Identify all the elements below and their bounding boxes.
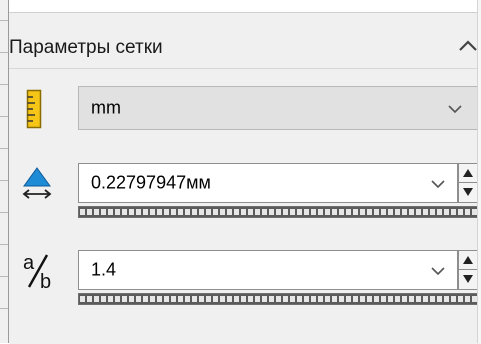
arrow-up-icon — [463, 169, 473, 177]
element-size-spinner[interactable] — [458, 163, 478, 203]
units-select[interactable]: mm — [78, 86, 479, 130]
ratio-icon: a b — [21, 251, 55, 293]
element-size-value: 0.22797947мм — [91, 172, 211, 193]
right-frame-edge — [477, 0, 481, 343]
element-size-slider[interactable] — [78, 206, 478, 218]
units-value: mm — [91, 97, 121, 118]
arrow-down-icon — [463, 275, 473, 283]
header-divider — [9, 68, 481, 69]
section-header[interactable]: Параметры сетки — [9, 13, 481, 67]
slider-track — [79, 294, 477, 304]
arrow-up-icon — [463, 256, 473, 264]
chevron-down-icon — [431, 267, 445, 276]
collapse-button[interactable] — [457, 35, 479, 57]
ruler-icon — [26, 89, 42, 129]
left-frame-edge — [0, 0, 9, 343]
svg-text:b: b — [40, 271, 51, 291]
arrow-down-icon — [463, 188, 473, 196]
decrement-button[interactable] — [459, 183, 477, 202]
svg-text:a: a — [23, 252, 35, 274]
section-title: Параметры сетки — [9, 37, 163, 58]
slider-track — [79, 207, 477, 217]
increment-button[interactable] — [459, 251, 477, 270]
chevron-up-icon — [459, 40, 477, 51]
chevron-down-icon — [431, 180, 445, 189]
ratio-slider[interactable] — [78, 293, 478, 305]
element-size-icon — [22, 166, 52, 200]
decrement-button[interactable] — [459, 270, 477, 289]
ratio-spinner[interactable] — [458, 250, 478, 290]
ratio-value: 1.4 — [91, 259, 117, 280]
mesh-parameters-panel: Параметры сетки mm 0.22797947мм a b 1.4 — [9, 12, 481, 344]
increment-button[interactable] — [459, 164, 477, 183]
chevron-down-icon — [448, 105, 462, 114]
element-size-combo[interactable]: 0.22797947мм — [78, 163, 458, 203]
ratio-combo[interactable]: 1.4 — [78, 250, 458, 290]
